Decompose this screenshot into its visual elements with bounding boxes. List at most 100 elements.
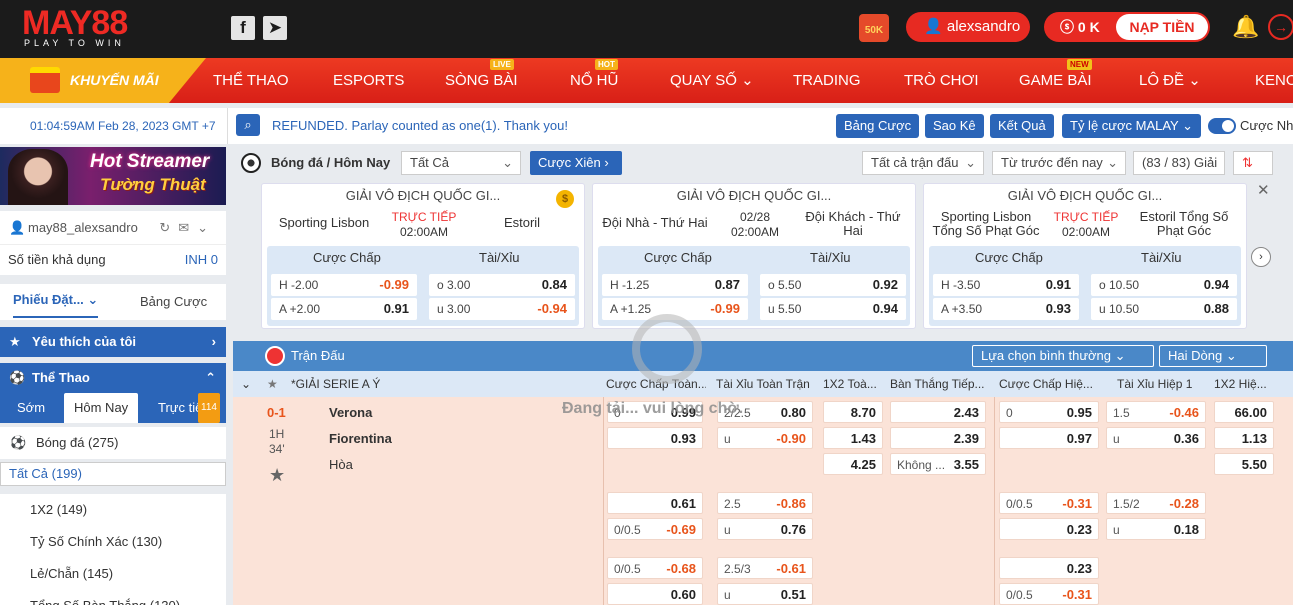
featured-card[interactable]: GIẢI VÔ ĐỊCH QUỐC GI... $ Sporting Lisbo… — [261, 183, 585, 329]
odds-cell[interactable]: 0.61 — [607, 492, 703, 514]
odds-cell[interactable]: Không ... 3.55 — [890, 453, 986, 475]
tab-early[interactable]: Sớm — [17, 393, 45, 423]
odds-cell[interactable]: 0 0.95 — [999, 401, 1099, 423]
odds-cell[interactable]: 1.5/2 -0.28 — [1106, 492, 1206, 514]
sort-order-icon[interactable]: ⇅ — [1233, 151, 1273, 175]
logo[interactable]: MAY88 — [22, 6, 128, 40]
statement-button[interactable]: Sao Kê — [925, 114, 984, 138]
close-icon[interactable]: ✕ — [1257, 181, 1270, 199]
match-filter-select[interactable]: Tất cả trận đấu ⌄ — [862, 151, 984, 175]
nav-item-lottery[interactable]: QUAY SỐ ⌄ — [670, 58, 754, 103]
user-icon: 👤 — [924, 18, 943, 35]
odds-cell[interactable]: 0/0.5 -0.68 — [607, 557, 703, 579]
user-account-button[interactable]: 👤 alexsandro — [906, 12, 1030, 42]
gift-50k-icon[interactable]: 50K — [859, 14, 889, 42]
featured-card[interactable]: GIẢI VÔ ĐỊCH QUỐC GI... Đội Nhà - Thứ Ha… — [592, 183, 916, 329]
favorites-section[interactable]: ★ Yêu thích của tôi › — [0, 327, 226, 357]
odds-cell[interactable]: 2.5/3 -0.61 — [717, 557, 813, 579]
odds-type-select[interactable]: Tỷ lệ cược MALAY ⌄ — [1062, 114, 1202, 138]
market-all[interactable]: Tất Cả (199) — [0, 462, 226, 486]
bet-list-button[interactable]: Bảng Cược — [836, 114, 920, 138]
sports-section[interactable]: ⚽ Thể Thao ⌃ — [0, 363, 226, 393]
featured-card[interactable]: GIẢI VÔ ĐỊCH QUỐC GI... Sporting Lisbon … — [923, 183, 1247, 329]
tab-bet-slip[interactable]: Phiếu Đặt... ⌄ — [13, 284, 99, 318]
nav-item-card-games[interactable]: GAME BÀI NEW — [1019, 58, 1092, 103]
tab-bet-list[interactable]: Bảng Cược — [140, 284, 207, 320]
chevron-right-icon[interactable]: › — [1251, 247, 1271, 267]
odds-cell[interactable]: 0.93 — [607, 427, 703, 449]
odds-cell[interactable]: 1.13 — [1214, 427, 1274, 449]
odds-cell[interactable]: 0.60 — [607, 583, 703, 605]
odds-cell[interactable]: 66.00 — [1214, 401, 1274, 423]
nav-item-lode[interactable]: LÔ ĐỀ ⌄ — [1139, 58, 1201, 103]
nav-item-casino[interactable]: SÒNG BÀI LIVE — [445, 58, 518, 103]
odds-cell[interactable]: A +2.00 0.91 — [271, 298, 417, 320]
line-mode-select[interactable]: Hai Dòng ⌄ — [1159, 345, 1267, 367]
odds-cell[interactable]: 0.23 — [999, 518, 1099, 540]
odds-cell[interactable]: H -3.50 0.91 — [933, 274, 1079, 296]
odds-cell[interactable]: u 0.51 — [717, 583, 813, 605]
odds-cell[interactable]: u 5.50 0.94 — [760, 298, 906, 320]
account-actions[interactable]: ↻✉⌄ — [159, 211, 216, 245]
odds-cell[interactable]: 0.23 — [999, 557, 1099, 579]
telegram-icon[interactable]: ➤ — [263, 16, 287, 40]
odds-cell[interactable]: 0/0.5 -0.31 — [999, 583, 1099, 605]
market-total-goals[interactable]: Tổng Số Bàn Thắng (130) — [0, 590, 226, 605]
odds-cell[interactable]: o 10.50 0.94 — [1091, 274, 1237, 296]
odds-cell[interactable]: u 0.18 — [1106, 518, 1206, 540]
nav-item-trading[interactable]: TRADING — [793, 58, 861, 103]
nav-promo[interactable]: KHUYẾN MÃI — [0, 58, 206, 103]
facebook-icon[interactable]: f — [231, 16, 255, 40]
odds-cell[interactable]: 0.97 — [999, 427, 1099, 449]
odds-cell[interactable]: o 5.50 0.92 — [760, 274, 906, 296]
chevron-down-icon[interactable]: ⌄ — [241, 371, 251, 397]
odds-cell[interactable]: A +3.50 0.93 — [933, 298, 1079, 320]
odds-cell[interactable]: H -2.00 -0.99 — [271, 274, 417, 296]
results-button[interactable]: Kết Quả — [990, 114, 1054, 138]
odds-cell[interactable]: 1.5 -0.46 — [1106, 401, 1206, 423]
odds-cell[interactable]: u 10.50 0.88 — [1091, 298, 1237, 320]
tab-today[interactable]: Hôm Nay — [64, 393, 139, 423]
odds-cell[interactable]: u -0.90 — [717, 427, 813, 449]
sport-football[interactable]: ⚽ Bóng đá (275) — [0, 427, 226, 459]
card-status: TRỰC TIẾP 02:00AM — [1053, 210, 1119, 239]
selection-mode-select[interactable]: Lựa chọn bình thường ⌄ — [972, 345, 1154, 367]
odds-cell[interactable]: H -1.25 0.87 — [602, 274, 748, 296]
odds-cell[interactable]: 2.43 — [890, 401, 986, 423]
search-icon[interactable]: ⌕ — [236, 114, 260, 136]
streamer-banner[interactable]: Hot Streamer Tường Thuật — [0, 147, 226, 205]
market-correct-score[interactable]: Tỷ Số Chính Xác (130) — [0, 526, 226, 558]
nav-item-keno[interactable]: KENO — [1255, 58, 1293, 103]
odds-cell[interactable]: 0/0.5 -0.69 — [607, 518, 703, 540]
odds-cell[interactable]: u 0.36 — [1106, 427, 1206, 449]
nav-item-games[interactable]: TRÒ CHƠI — [904, 58, 979, 103]
nav-item-sports[interactable]: THỂ THAO — [213, 58, 289, 103]
odds-cell[interactable]: 1.43 — [823, 427, 883, 449]
league-count-button[interactable]: (83 / 83) Giải — [1133, 151, 1225, 175]
nav-item-slots[interactable]: NỔ HŨ HOT — [570, 58, 618, 103]
odds-cell[interactable]: u 0.76 — [717, 518, 813, 540]
odds-cell[interactable]: 0/0.5 -0.31 — [999, 492, 1099, 514]
coin-icon[interactable]: $ — [556, 190, 574, 208]
deposit-button[interactable]: NẠP TIỀN — [1116, 14, 1208, 40]
odds-cell[interactable]: 5.50 — [1214, 453, 1274, 475]
nav-item-esports[interactable]: ESPORTS — [333, 58, 404, 103]
odds-cell[interactable]: 2.5 -0.86 — [717, 492, 813, 514]
odds-cell[interactable]: 8.70 — [823, 401, 883, 423]
odds-cell[interactable]: 4.25 — [823, 453, 883, 475]
bell-icon[interactable]: 🔔 — [1232, 14, 1259, 40]
favorite-star-icon[interactable]: ★ — [269, 465, 285, 486]
odds-cell[interactable]: u 3.00 -0.94 — [429, 298, 575, 320]
odds-cell[interactable]: 2.39 — [890, 427, 986, 449]
left-sidebar: Hot Streamer Tường Thuật 👤 may88_alexsan… — [0, 147, 228, 605]
odds-cell[interactable]: o 3.00 0.84 — [429, 274, 575, 296]
star-icon[interactable]: ★ — [267, 371, 278, 397]
market-1x2[interactable]: 1X2 (149) — [0, 494, 226, 526]
logout-icon[interactable]: → — [1268, 14, 1293, 40]
market-odd-even[interactable]: Lẻ/Chẵn (145) — [0, 558, 226, 590]
parlay-button[interactable]: Cược Xiên › — [530, 151, 622, 175]
filter-select[interactable]: Tất Cả ⌄ — [401, 151, 521, 175]
sort-select[interactable]: Từ trước đến nay ⌄ — [992, 151, 1126, 175]
quick-bet-toggle[interactable] — [1208, 118, 1236, 134]
away-team: Fiorentina — [329, 431, 392, 446]
